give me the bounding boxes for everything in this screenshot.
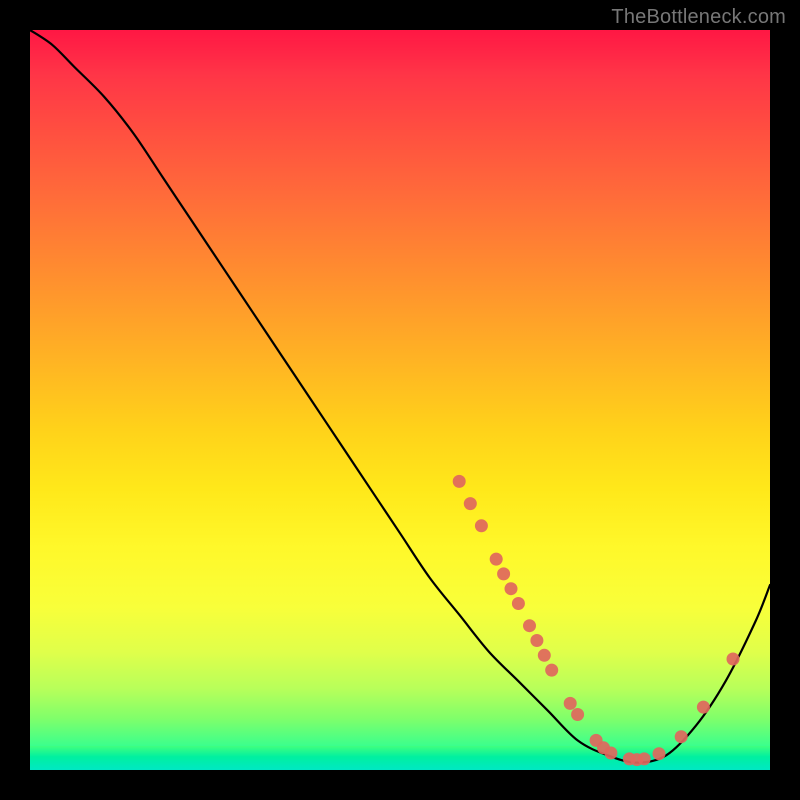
curve-marker-dot (464, 497, 477, 510)
curve-marker-dot (497, 567, 510, 580)
curve-marker-dot (530, 634, 543, 647)
watermark-text: TheBottleneck.com (611, 6, 786, 29)
curve-marker-dot (727, 653, 740, 666)
curve-marker-dot (505, 582, 518, 595)
curve-marker-dot (523, 619, 536, 632)
chart-container: TheBottleneck.com (0, 0, 800, 800)
curve-marker-dot (545, 664, 558, 677)
curve-marker-dot (490, 553, 503, 566)
curve-marker-dot (604, 747, 617, 760)
curve-marker-dot (571, 708, 584, 721)
curve-marker-dot (638, 752, 651, 765)
curve-marker-dot (653, 747, 666, 760)
curve-marker-dot (512, 597, 525, 610)
curve-marker-dot (675, 730, 688, 743)
curve-marker-dot (453, 475, 466, 488)
curve-marker-dot (697, 701, 710, 714)
curve-marker-dot (538, 649, 551, 662)
bottleneck-curve (30, 30, 770, 763)
curve-marker-dot (564, 697, 577, 710)
plot-area (30, 30, 770, 770)
curve-marker-dot (475, 519, 488, 532)
chart-svg (30, 30, 770, 770)
curve-markers (453, 475, 740, 766)
